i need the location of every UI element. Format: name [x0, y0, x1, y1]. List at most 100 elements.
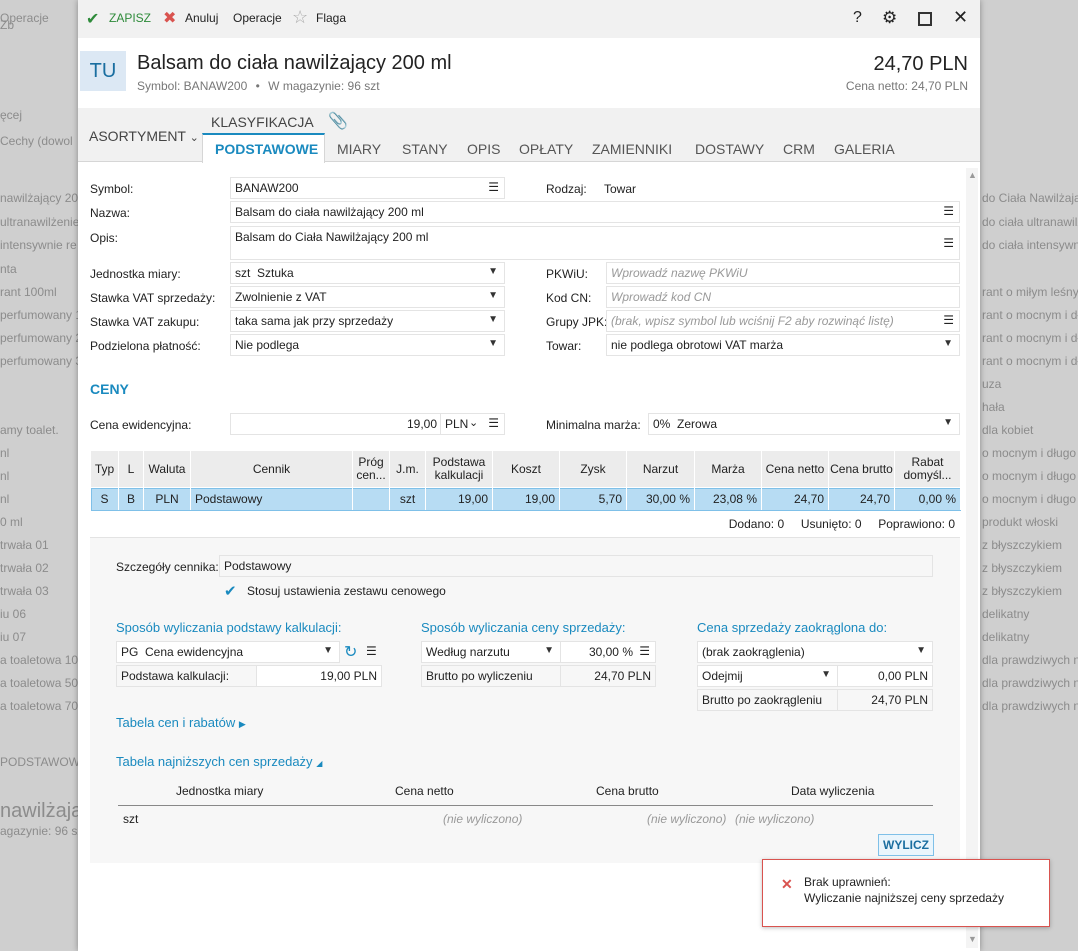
unit-select[interactable]: szt Sztuka ▼: [230, 262, 505, 284]
min-margin-label: Minimalna marża:: [546, 418, 641, 432]
vat-sale-select[interactable]: Zwolnienie z VAT ▼: [230, 286, 505, 308]
close-x-icon[interactable]: ✖: [163, 8, 176, 28]
checkbox-checked-icon[interactable]: ✔: [224, 582, 237, 600]
flag-button[interactable]: Flaga: [316, 11, 346, 25]
product-symbol: Symbol: BANAW200: [137, 79, 248, 93]
rounding-select[interactable]: (brak zaokrąglenia) ▼: [697, 641, 933, 663]
min-margin-select[interactable]: 0% Zerowa ▼: [648, 413, 960, 435]
toolbar: ✔ ZAPISZ ✖ Anuluj Operacje ☆ Flaga ? ⚙ ✕: [78, 0, 980, 38]
tab-galeria[interactable]: GALERIA: [834, 141, 895, 157]
product-dialog: ✔ ZAPISZ ✖ Anuluj Operacje ☆ Flaga ? ⚙ ✕…: [78, 0, 980, 951]
menu-icon[interactable]: ☰: [366, 644, 377, 658]
name-field[interactable]: Balsam do ciała nawilżający 200 ml ☰: [230, 201, 960, 223]
menu-icon[interactable]: ☰: [488, 180, 499, 194]
tab-crm[interactable]: CRM: [783, 141, 815, 157]
help-icon[interactable]: ?: [853, 9, 862, 27]
assortment-menu[interactable]: ASORTYMENT ⌄: [89, 128, 199, 144]
vat-buy-select[interactable]: taka sama jak przy sprzedaży ▼: [230, 310, 505, 332]
unit-value: szt Sztuka: [235, 266, 294, 280]
scroll-up-icon[interactable]: ▲: [968, 170, 977, 180]
cn-label: Kod CN:: [546, 291, 592, 305]
low-col-date: Data wyliczenia: [791, 784, 875, 798]
vat-sale-label: Stawka VAT sprzedaży:: [90, 291, 216, 305]
lowest-prices-header: Jednostka miary Cena netto Cena brutto D…: [118, 784, 933, 806]
rounding-heading: Cena sprzedaży zaokrąglona do:: [697, 620, 888, 635]
calculate-button[interactable]: WYLICZ: [878, 834, 934, 856]
rebates-table-link[interactable]: Tabela cen i rabatów ▶: [116, 715, 246, 730]
description-field[interactable]: Balsam do Ciała Nawilżający 200 ml ☰: [230, 226, 960, 260]
goods-select[interactable]: nie podlega obrotowi VAT marża ▼: [606, 334, 960, 356]
tab-oplaty[interactable]: OPŁATY: [519, 141, 573, 157]
column-header[interactable]: Narzut: [627, 451, 695, 487]
column-header[interactable]: Rabat domyśl...: [895, 451, 961, 487]
tab-stany[interactable]: STANY: [402, 141, 448, 157]
close-icon[interactable]: ✕: [953, 7, 968, 28]
operations-menu[interactable]: Operacje: [233, 11, 282, 25]
vat-buy-label: Stawka VAT zakupu:: [90, 315, 200, 329]
ev-price-input[interactable]: 19,00: [230, 413, 442, 435]
column-header[interactable]: Zysk: [560, 451, 627, 487]
round-value-input[interactable]: 0,00 PLN: [837, 665, 933, 687]
table-cell: 24,70: [829, 488, 895, 510]
cancel-button[interactable]: Anuluj: [185, 11, 218, 25]
tab-dostawy[interactable]: DOSTAWY: [695, 141, 764, 157]
chevron-down-icon: ▼: [821, 669, 831, 680]
table-cell: S: [91, 488, 119, 510]
cn-input[interactable]: Wprowadź kod CN: [606, 286, 960, 308]
tab-opis[interactable]: OPIS: [467, 141, 500, 157]
column-header[interactable]: Próg cen...: [353, 451, 390, 487]
column-header[interactable]: Marża: [695, 451, 762, 487]
symbol-field[interactable]: BANAW200 ☰: [230, 177, 505, 199]
split-payment-select[interactable]: Nie podlega ▼: [230, 334, 505, 356]
lowest-prices-link[interactable]: Tabela najniższych cen sprzedaży ◢: [116, 754, 322, 769]
calc-mode-select[interactable]: PG Cena ewidencyjna ▼: [116, 641, 340, 663]
lowest-prices-row[interactable]: szt (nie wyliczono) (nie wyliczono) (nie…: [118, 812, 933, 832]
low-col-unit: Jednostka miary: [176, 784, 264, 798]
tab-classification[interactable]: KLASYFIKACJA: [211, 114, 314, 130]
column-header[interactable]: Waluta: [144, 451, 191, 487]
type-badge: TU: [80, 51, 126, 91]
pkwiu-input[interactable]: Wprowadź nazwę PKWiU: [606, 262, 960, 284]
currency-select[interactable]: PLN ⌄ ☰: [440, 413, 505, 435]
menu-icon[interactable]: ☰: [943, 204, 954, 218]
fixed-count: 0: [948, 517, 955, 531]
jpk-input[interactable]: (brak, wpisz symbol lub wciśnij F2 aby r…: [606, 310, 960, 332]
column-header[interactable]: Cena brutto: [829, 451, 895, 487]
sale-method-select[interactable]: Według narzutu ▼: [421, 641, 561, 663]
chevron-right-icon: ▶: [238, 719, 246, 729]
table-cell: 19,00: [426, 488, 493, 510]
star-icon[interactable]: ☆: [292, 7, 308, 28]
gear-icon[interactable]: ⚙: [882, 8, 897, 28]
column-header[interactable]: J.m.: [390, 451, 426, 487]
chevron-down-icon: ▼: [544, 645, 554, 656]
refresh-icon[interactable]: ↻: [344, 642, 357, 662]
table-cell: [353, 488, 390, 510]
scroll-down-icon[interactable]: ▼: [968, 934, 977, 944]
removed-count: 0: [854, 517, 862, 531]
tab-podstawowe[interactable]: PODSTAWOWE: [215, 141, 318, 157]
round-op-select[interactable]: Odejmij ▼: [697, 665, 838, 687]
scrollbar[interactable]: ▲ ▼: [966, 168, 978, 948]
menu-icon[interactable]: ☰: [488, 416, 499, 430]
calc-basis-heading: Sposób wyliczania podstawy kalkulacji:: [116, 620, 342, 635]
calc-base-value[interactable]: 19,00 PLN: [256, 665, 382, 687]
menu-icon[interactable]: ☰: [943, 236, 954, 250]
column-header[interactable]: Cena netto: [762, 451, 829, 487]
tab-miary[interactable]: MIARY: [337, 141, 381, 157]
paperclip-icon[interactable]: 📎: [328, 111, 348, 131]
sale-percent-input[interactable]: 30,00 % ☰: [560, 641, 656, 663]
menu-icon[interactable]: ☰: [943, 313, 954, 327]
save-button[interactable]: ZAPISZ: [109, 11, 151, 25]
column-header[interactable]: Koszt: [493, 451, 560, 487]
column-header[interactable]: Podstawa kalkulacji: [426, 451, 493, 487]
check-icon[interactable]: ✔: [86, 9, 99, 29]
maximize-icon[interactable]: [918, 12, 932, 26]
apply-set-label[interactable]: Stosuj ustawienia zestawu cenowego: [247, 584, 446, 598]
stock-info: W magazynie: 96 szt: [268, 79, 380, 93]
menu-icon[interactable]: ☰: [639, 644, 650, 658]
tab-zamienniki[interactable]: ZAMIENNIKI: [592, 141, 672, 157]
column-header[interactable]: Cennik: [191, 451, 353, 487]
low-net: (nie wyliczono): [443, 812, 523, 826]
column-header[interactable]: L: [119, 451, 144, 487]
column-header[interactable]: Typ: [91, 451, 119, 487]
